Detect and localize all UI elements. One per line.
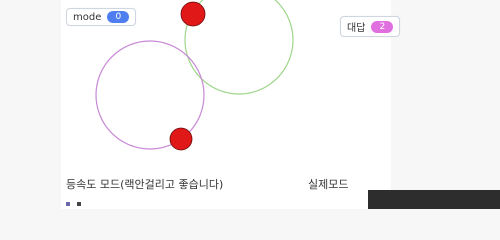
answer-label: 대답 (347, 23, 366, 34)
constant-speed-mode-button[interactable]: 등속도 모드(랙안걸리고 좋습니다) (66, 176, 223, 192)
red-ball-bottom[interactable] (169, 127, 193, 151)
mode-label: mode (73, 11, 102, 23)
mode-count-badge: 0 (107, 11, 130, 23)
dark-overlay-panel (368, 190, 500, 209)
answer-count-badge: 2 (371, 20, 394, 33)
legend-square-icon (66, 202, 70, 206)
mode-indicator: mode 0 (66, 8, 137, 26)
answer-indicator: 대답 2 (340, 16, 401, 37)
legend-square-icon (77, 202, 81, 206)
footer-bar (66, 201, 286, 207)
app-window: mode 0 대답 2 등속도 모드(랙안걸리고 좋습니다) 실제모드 (0, 0, 500, 209)
red-ball-top[interactable] (180, 1, 206, 27)
real-mode-button[interactable]: 실제모드 (308, 176, 348, 192)
